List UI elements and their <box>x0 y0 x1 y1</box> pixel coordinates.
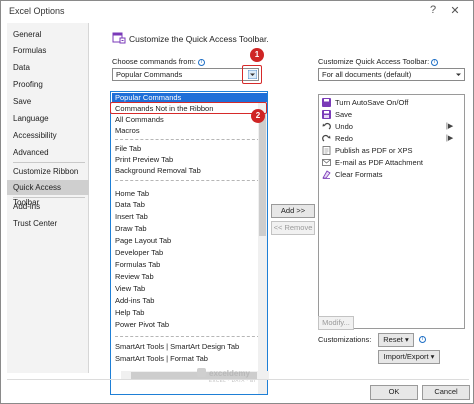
ok-button[interactable]: OK <box>370 385 418 400</box>
qat-item-clear-formats[interactable]: Clear Formats <box>322 169 383 180</box>
close-button[interactable]: ✕ <box>447 4 463 17</box>
cancel-button[interactable]: Cancel <box>422 385 470 400</box>
redo-icon <box>322 134 331 142</box>
dropdown-option-smartart-format-tab[interactable]: SmartArt Tools | Format Tab <box>115 354 255 364</box>
qat-commands-list[interactable]: Turn AutoSave On/Off Save Undo |▶ Redo |… <box>318 94 465 329</box>
dropdown-option-smartart-design-tab[interactable]: SmartArt Tools | SmartArt Design Tab <box>115 342 255 352</box>
choose-commands-value: Popular Commands <box>116 70 183 79</box>
remove-button[interactable]: << Remove <box>271 221 315 235</box>
options-nav: General Formulas Data Proofing Save Lang… <box>7 23 89 373</box>
dropdown-option-background-removal-tab[interactable]: Background Removal Tab <box>115 166 255 176</box>
nav-item-quick-access-toolbar[interactable]: Quick Access Toolbar <box>7 180 89 207</box>
import-export-button[interactable]: Import/Export ▾ <box>378 350 440 364</box>
nav-item-accessibility[interactable]: Accessibility <box>7 128 89 143</box>
reset-button[interactable]: Reset ▾ <box>378 333 414 347</box>
customize-qat-label: Customize Quick Access Toolbar: i <box>318 57 439 66</box>
dropdown-option-macros[interactable]: Macros <box>115 126 255 136</box>
callout-box-2 <box>110 102 267 114</box>
dropdown-option-review-tab[interactable]: Review Tab <box>115 272 255 282</box>
qat-item-autosave[interactable]: Turn AutoSave On/Off <box>322 97 408 108</box>
customizations-label: Customizations: <box>318 335 372 344</box>
nav-item-language[interactable]: Language <box>7 111 89 126</box>
submenu-indicator: |▶ <box>446 123 454 130</box>
info-icon: i <box>197 59 205 66</box>
qat-customize-icon <box>112 32 126 44</box>
callout-box-1 <box>242 65 262 84</box>
choose-commands-combobox[interactable]: Popular Commands <box>112 68 259 81</box>
info-icon: i <box>419 336 426 343</box>
exceldemy-watermark: exceldemy EXCEL · DATA · BI <box>197 368 255 383</box>
callout-badge-2: 2 <box>251 109 265 123</box>
nav-item-general[interactable]: General <box>7 27 89 42</box>
nav-divider <box>13 197 85 198</box>
qat-panel: Customize the Quick Access Toolbar. Choo… <box>91 23 471 395</box>
modify-button[interactable]: Modify... <box>318 316 354 330</box>
dropdown-scrollbar-thumb[interactable] <box>259 114 266 236</box>
dropdown-option-view-tab[interactable]: View Tab <box>115 284 255 294</box>
nav-item-data[interactable]: Data <box>7 60 89 75</box>
nav-divider <box>13 162 85 163</box>
dropdown-option-add-ins-tab[interactable]: Add-ins Tab <box>115 296 255 306</box>
autosave-icon <box>322 98 331 107</box>
qat-item-undo[interactable]: Undo |▶ <box>322 121 462 132</box>
qat-scope-value: For all documents (default) <box>322 70 412 79</box>
qat-scope-combobox[interactable]: For all documents (default) <box>318 68 465 81</box>
title-bar: Excel Options ? ✕ <box>1 1 473 21</box>
dropdown-option-formulas-tab[interactable]: Formulas Tab <box>115 260 255 270</box>
chevron-down-icon[interactable] <box>454 70 463 79</box>
window-title: Excel Options <box>9 6 65 16</box>
excel-options-dialog: Excel Options ? ✕ General Formulas Data … <box>0 0 474 404</box>
section-title: Customize the Quick Access Toolbar. <box>129 34 269 44</box>
dropdown-option-all-commands[interactable]: All Commands <box>115 115 255 125</box>
dropdown-option-developer-tab[interactable]: Developer Tab <box>115 248 255 258</box>
nav-item-advanced[interactable]: Advanced <box>7 145 89 160</box>
dropdown-option-home-tab[interactable]: Home Tab <box>115 189 255 199</box>
qat-item-email-pdf[interactable]: E-mail as PDF Attachment <box>322 157 423 168</box>
add-button[interactable]: Add >> <box>271 204 315 218</box>
dropdown-option-page-layout-tab[interactable]: Page Layout Tab <box>115 236 255 246</box>
callout-badge-1: 1 <box>250 48 264 62</box>
email-pdf-icon <box>322 159 331 166</box>
undo-icon <box>322 122 331 130</box>
publish-pdf-icon <box>322 146 331 155</box>
help-button[interactable]: ? <box>425 4 441 16</box>
nav-item-customize-ribbon[interactable]: Customize Ribbon <box>7 164 89 179</box>
watermark-logo-icon <box>197 368 206 377</box>
nav-item-formulas[interactable]: Formulas <box>7 43 89 58</box>
dropdown-option-file-tab[interactable]: File Tab <box>115 144 255 154</box>
nav-item-trust-center[interactable]: Trust Center <box>7 216 89 231</box>
dropdown-separator <box>115 139 260 140</box>
clear-formats-icon <box>322 170 331 179</box>
dropdown-option-print-preview-tab[interactable]: Print Preview Tab <box>115 155 255 165</box>
nav-item-proofing[interactable]: Proofing <box>7 77 89 92</box>
nav-item-save[interactable]: Save <box>7 94 89 109</box>
save-icon <box>322 110 331 119</box>
dropdown-option-help-tab[interactable]: Help Tab <box>115 308 255 318</box>
qat-item-publish-pdf[interactable]: Publish as PDF or XPS <box>322 145 413 156</box>
dropdown-option-draw-tab[interactable]: Draw Tab <box>115 224 255 234</box>
nav-item-add-ins[interactable]: Add-ins <box>7 199 89 214</box>
commands-dropdown-list[interactable]: Popular Commands Commands Not in the Rib… <box>110 91 268 395</box>
dropdown-separator <box>115 180 260 181</box>
dropdown-option-data-tab[interactable]: Data Tab <box>115 200 255 210</box>
dropdown-option-insert-tab[interactable]: Insert Tab <box>115 212 255 222</box>
choose-commands-label: Choose commands from: i <box>112 57 205 66</box>
qat-item-redo[interactable]: Redo |▶ <box>322 133 462 144</box>
dropdown-separator <box>115 336 260 337</box>
dropdown-option-power-pivot-tab[interactable]: Power Pivot Tab <box>115 320 255 330</box>
footer-divider <box>7 379 469 380</box>
submenu-indicator: |▶ <box>446 135 454 142</box>
info-icon: i <box>431 59 439 66</box>
qat-item-save[interactable]: Save <box>322 109 352 120</box>
